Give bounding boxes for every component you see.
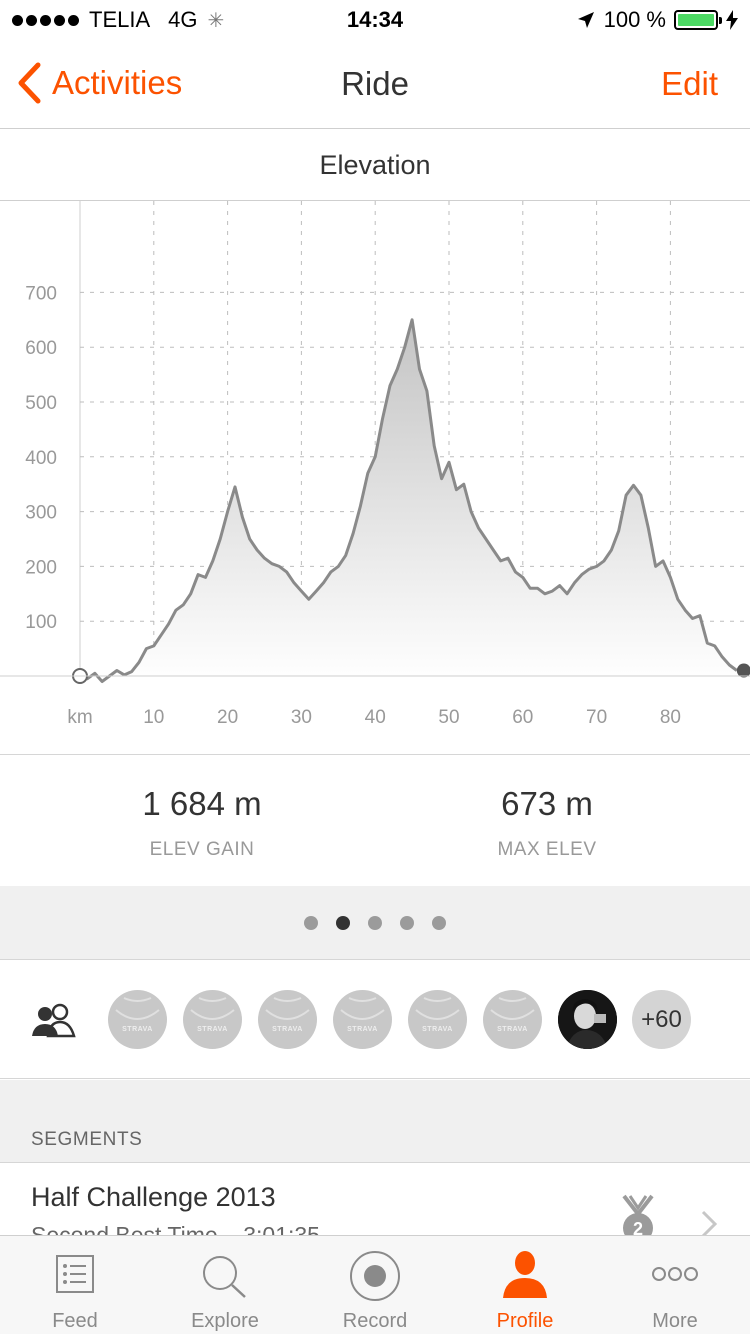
strava-avatar-icon — [340, 997, 385, 1020]
page-dot[interactable] — [400, 915, 414, 930]
y-tick-label: 400 — [25, 448, 57, 469]
battery-icon — [674, 10, 722, 30]
x-tick-label: 80 — [660, 707, 681, 728]
search-icon — [203, 1256, 246, 1298]
tab-record[interactable]: Record — [300, 1236, 450, 1334]
avatar-brand-text: STRAVA — [197, 1026, 228, 1033]
page-title: Ride — [341, 65, 409, 102]
edit-button[interactable]: Edit — [661, 65, 718, 103]
x-tick-label: 10 — [143, 707, 164, 728]
page-indicator[interactable] — [0, 886, 750, 960]
strava-avatar-icon — [115, 997, 160, 1020]
segments-section-header: SEGMENTS — [0, 1080, 750, 1163]
strava-avatar-icon — [190, 997, 235, 1020]
segment-title: Half Challenge 2013 — [31, 1182, 276, 1212]
avatar-brand-text: STRAVA — [347, 1026, 378, 1033]
x-tick-label: 30 — [291, 707, 312, 728]
tab-more[interactable]: More — [600, 1236, 750, 1334]
tab-more-label: More — [652, 1310, 698, 1332]
more-icon — [652, 1267, 698, 1281]
athletes-group-icon[interactable] — [30, 1002, 78, 1038]
strava-avatar-icon — [490, 997, 535, 1020]
max-elev-label: MAX ELEV — [497, 839, 597, 860]
tab-profile-label: Profile — [496, 1310, 554, 1332]
y-tick-label: 300 — [25, 503, 57, 524]
y-tick-label: 600 — [25, 338, 57, 359]
athlete-photo-avatar[interactable] — [558, 990, 617, 1049]
elevation-stats: 1 684 m ELEV GAIN 673 m MAX ELEV — [0, 755, 750, 886]
elev-gain-stat: 1 684 m ELEV GAIN — [52, 785, 352, 861]
chevron-right-icon — [701, 1210, 718, 1238]
y-tick-label: 700 — [25, 283, 57, 304]
strava-avatar-icon — [415, 997, 460, 1020]
status-bar: TELIA 4G ✳ 14:34 100 % — [0, 0, 750, 40]
y-tick-label: 500 — [25, 393, 57, 414]
page-dot[interactable] — [432, 915, 446, 930]
profile-icon — [503, 1251, 547, 1298]
page-dot[interactable] — [304, 915, 318, 930]
athlete-avatar[interactable]: STRAVA — [258, 990, 317, 1049]
y-tick-label: 200 — [25, 557, 57, 578]
athlete-avatar[interactable]: STRAVA — [483, 990, 542, 1049]
tab-record-label: Record — [342, 1310, 408, 1332]
avatar-brand-text: STRAVA — [122, 1026, 153, 1033]
location-arrow-icon — [577, 12, 594, 28]
max-elev-stat: 673 m MAX ELEV — [397, 785, 697, 861]
navigation-bar: Activities Ride Edit — [0, 40, 750, 129]
elevation-chart-svg: 100 200 300 400 500 600 700 km 10 20 30 40 50 60 70 80 — [0, 201, 750, 728]
x-tick-label: 40 — [365, 707, 386, 728]
charging-bolt-icon — [726, 10, 738, 30]
athlete-avatar[interactable]: STRAVA — [408, 990, 467, 1049]
tab-explore-label: Explore — [191, 1310, 259, 1332]
athlete-photo-icon — [558, 990, 617, 1049]
elevation-chart[interactable]: 100 200 300 400 500 600 700 km 10 20 30 40 50 60 70 80 — [0, 201, 750, 755]
strava-avatar-icon — [265, 997, 310, 1020]
chart-title: Elevation — [0, 130, 750, 201]
x-tick-label: 60 — [512, 707, 533, 728]
x-unit-label: km — [67, 707, 92, 728]
battery-percent: 100 % — [603, 7, 666, 32]
athletes-row: STRAVA STRAVA STRAVA STRAVA STRAVA STRAV… — [0, 961, 750, 1079]
max-elev-value: 673 m — [501, 785, 593, 822]
tab-explore[interactable]: Explore — [150, 1236, 300, 1334]
segment-row[interactable]: Half Challenge 2013 Second Best Time – 3… — [0, 1164, 750, 1244]
elev-gain-value: 1 684 m — [142, 785, 262, 822]
avatar-brand-text: STRAVA — [497, 1026, 528, 1033]
tab-profile[interactable]: Profile — [450, 1236, 600, 1334]
more-athletes-button[interactable]: +60 — [632, 990, 691, 1049]
y-tick-label: 100 — [25, 612, 57, 633]
athlete-avatar[interactable]: STRAVA — [108, 990, 167, 1049]
page-dot[interactable] — [368, 915, 382, 930]
x-tick-label: 50 — [438, 707, 459, 728]
elev-gain-label: ELEV GAIN — [149, 839, 255, 860]
elevation-area — [80, 319, 737, 682]
end-marker — [736, 663, 750, 678]
segments-header-label: SEGMENTS — [31, 1129, 143, 1150]
record-icon — [350, 1251, 400, 1301]
x-tick-label: 70 — [586, 707, 607, 728]
feed-icon — [56, 1255, 94, 1293]
tab-feed-label: Feed — [52, 1310, 98, 1332]
x-tick-label: 20 — [217, 707, 238, 728]
avatar-brand-text: STRAVA — [422, 1026, 453, 1033]
avatar-brand-text: STRAVA — [272, 1026, 303, 1033]
athlete-avatar[interactable]: STRAVA — [333, 990, 392, 1049]
page-dot[interactable] — [336, 915, 350, 930]
tab-feed[interactable]: Feed — [0, 1236, 150, 1334]
athlete-avatar[interactable]: STRAVA — [183, 990, 242, 1049]
tab-bar: Feed Explore Record Profile More — [0, 1235, 750, 1334]
